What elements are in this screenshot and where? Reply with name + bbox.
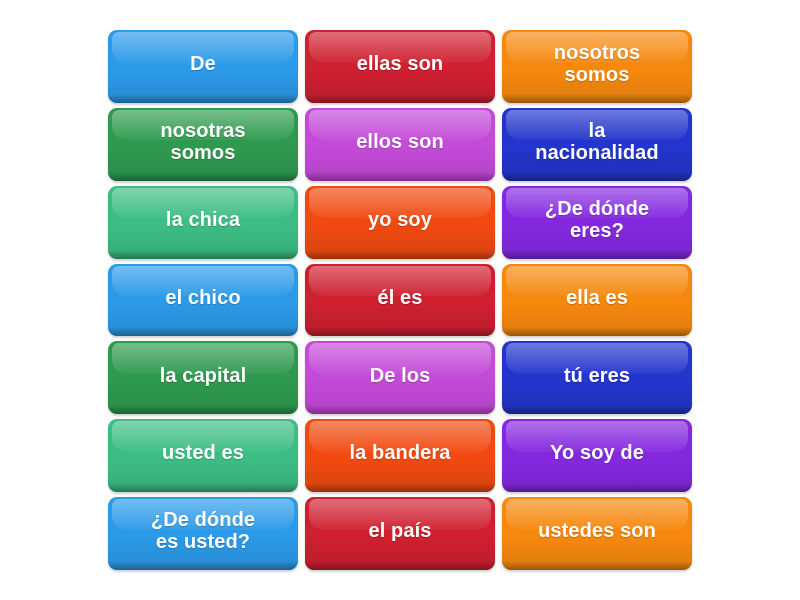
word-tile-label: él es xyxy=(377,286,423,309)
word-tile-label: Yo soy de xyxy=(550,442,644,465)
word-tile[interactable]: De los xyxy=(305,341,495,415)
word-tile-label: usted es xyxy=(162,442,244,465)
word-tile-label: ¿De dónde eres? xyxy=(544,198,650,242)
word-tile-label: el chico xyxy=(165,286,241,309)
word-tile[interactable]: él es xyxy=(305,264,495,337)
word-tile-label: De los xyxy=(369,364,431,387)
word-tile[interactable]: yo soy xyxy=(305,186,495,259)
word-tile-label: ustedes son xyxy=(538,520,656,543)
word-tile-label: el país xyxy=(368,520,432,543)
word-tile[interactable]: nosotras somos xyxy=(108,108,298,181)
word-tile[interactable]: De xyxy=(108,30,298,103)
word-tile[interactable]: tú eres xyxy=(502,341,692,415)
word-tile[interactable]: ellos son xyxy=(305,108,495,181)
word-tile[interactable]: la bandera xyxy=(305,419,495,493)
word-tile-label: ¿De dónde es usted? xyxy=(150,509,256,554)
word-tile-label: ellos son xyxy=(356,130,444,153)
word-tile-label: la chica xyxy=(165,208,241,231)
word-tile[interactable]: el país xyxy=(305,497,495,570)
word-tile[interactable]: usted es xyxy=(108,419,298,493)
word-tile-label: nosotras somos xyxy=(160,120,246,164)
word-tile-label: ella es xyxy=(566,286,628,309)
word-tile[interactable]: el chico xyxy=(108,264,298,337)
word-tile[interactable]: ustedes son xyxy=(502,497,692,570)
word-tile-label: nosotros somos xyxy=(553,42,641,86)
word-tile-label: De xyxy=(190,53,216,76)
word-tile[interactable]: ¿De dónde es usted? xyxy=(108,497,298,570)
word-tile-label: yo soy xyxy=(368,208,432,231)
word-tile[interactable]: la capital xyxy=(108,341,298,415)
word-tile-label: la bandera xyxy=(349,442,451,465)
word-tile-label: ellas son xyxy=(356,53,444,76)
word-tile[interactable]: ¿De dónde eres? xyxy=(502,186,692,259)
word-tile-label: la capital xyxy=(159,364,247,387)
word-tile[interactable]: ellas son xyxy=(305,30,495,103)
word-tile[interactable]: ella es xyxy=(502,264,692,337)
word-tile-label: la nacionalidad xyxy=(535,120,659,164)
word-tile[interactable]: la chica xyxy=(108,186,298,259)
word-tile[interactable]: la nacionalidad xyxy=(502,108,692,181)
word-tile[interactable]: Yo soy de xyxy=(502,419,692,493)
word-tile-board: De ellas son nosotros somos nosotras somos e… xyxy=(0,0,800,600)
word-tile-label: tú eres xyxy=(563,364,631,387)
word-tile[interactable]: nosotros somos xyxy=(502,30,692,103)
